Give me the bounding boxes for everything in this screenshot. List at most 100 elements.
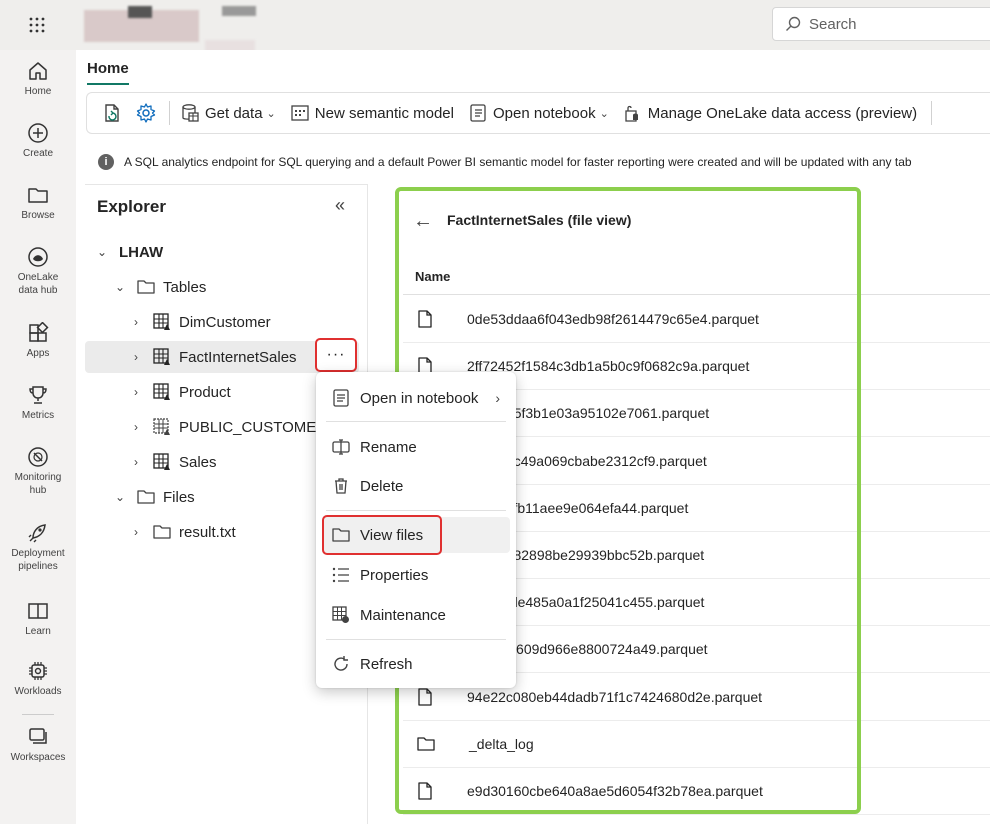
menu-item-maintenance[interactable]: Maintenance — [322, 597, 510, 633]
menu-separator — [326, 639, 506, 640]
file-icon — [417, 782, 450, 800]
rail-item-home[interactable]: Home — [0, 60, 76, 98]
file-row[interactable]: e9d30160cbe640a8ae5d6054f32b78ea.parquet — [403, 768, 990, 815]
new-semantic-model-button[interactable]: New semantic model — [290, 103, 454, 123]
tree-label: Sales — [179, 453, 217, 471]
apps-icon — [29, 322, 49, 342]
refresh-icon — [334, 656, 348, 671]
settings-gear-icon[interactable] — [135, 102, 157, 124]
info-banner-text: A SQL analytics endpoint for SQL queryin… — [124, 155, 912, 169]
chevron-right-icon[interactable]: › — [129, 350, 143, 364]
rail-item-monitoring[interactable]: Monitoring hub — [0, 446, 76, 497]
folder-icon — [137, 279, 155, 295]
file-icon — [417, 310, 450, 328]
tab-home-underline — [87, 83, 129, 85]
open-notebook-button[interactable]: Open notebook ⌄ — [468, 103, 609, 123]
chevron-right-icon[interactable]: › — [129, 315, 143, 329]
lakehouse-name: LHAW — [119, 243, 164, 261]
rail-divider — [22, 714, 54, 715]
rail-label: Deployment pipelines — [11, 548, 65, 572]
rail-item-create[interactable]: Create — [0, 122, 76, 160]
open-notebook-label: Open notebook — [492, 104, 596, 122]
chevron-right-icon[interactable]: › — [129, 420, 143, 434]
manage-onelake-label: Manage OneLake data access (preview) — [647, 104, 918, 122]
folder-icon — [28, 188, 48, 203]
rail-label: Metrics — [21, 410, 55, 421]
ribbon-separator — [931, 101, 933, 125]
file-name: 0de53ddaa6f043edb98f2614479c65e4.parquet — [467, 311, 759, 327]
menu-label: Delete — [360, 477, 404, 495]
file-row[interactable]: 0de53ddaa6f043edb98f2614479c65e4.parquet — [403, 296, 990, 343]
delta-table-icon — [153, 383, 171, 401]
rail-item-learn[interactable]: Learn — [0, 600, 76, 638]
folder-icon — [153, 524, 171, 540]
rail-item-onelake[interactable]: OneLake data hub — [0, 246, 76, 297]
left-rail: Home Create Browse OneLake data hub Apps… — [0, 50, 76, 824]
rail-item-browse[interactable]: Browse — [0, 184, 76, 222]
menu-label: Refresh — [360, 655, 413, 673]
new-semantic-model-label: New semantic model — [314, 104, 454, 122]
rail-item-apps[interactable]: Apps — [0, 322, 76, 360]
file-view-title: FactInternetSales (file view) — [447, 212, 632, 228]
monitor-icon — [28, 447, 48, 467]
rail-label: Home — [24, 86, 52, 97]
back-arrow-icon[interactable]: ← — [413, 210, 433, 233]
tree-label: Product — [179, 383, 231, 401]
menu-item-delete[interactable]: Delete — [322, 468, 510, 504]
delta-table-icon — [153, 453, 171, 471]
rail-item-metrics[interactable]: Metrics — [0, 384, 76, 422]
rail-item-deployment[interactable]: Deployment pipelines — [0, 522, 76, 573]
chevron-down-icon: ⌄ — [266, 107, 276, 120]
chevron-right-icon[interactable]: › — [129, 525, 143, 539]
file-name: _delta_log — [469, 735, 534, 752]
menu-item-rename[interactable]: Rename — [322, 429, 510, 465]
blurred-block — [128, 6, 152, 18]
delta-table-icon — [153, 313, 171, 331]
tree-label: Files — [163, 488, 195, 506]
tab-home[interactable]: Home — [87, 60, 129, 77]
rail-item-workloads[interactable]: Workloads — [0, 660, 76, 698]
tree-label: result.txt — [179, 523, 236, 541]
more-options-button[interactable]: ··· — [315, 338, 357, 372]
tree-item-lakehouse[interactable]: ⌄ LHAW — [95, 236, 373, 268]
collapse-pane-icon[interactable]: « — [335, 195, 345, 216]
get-data-button[interactable]: Get data ⌄ — [180, 103, 276, 123]
tree-label: PUBLIC_CUSTOMER — [179, 418, 328, 436]
notebook-icon — [333, 389, 349, 407]
workspaces-icon — [29, 728, 47, 744]
database-icon — [182, 104, 199, 122]
menu-item-view-files[interactable]: View files — [322, 517, 510, 553]
header-divider — [403, 294, 990, 295]
menu-item-open-in-notebook[interactable]: Open in notebook › — [322, 380, 510, 416]
menu-label: Properties — [360, 566, 429, 584]
tree-item-table[interactable]: › DimCustomer — [129, 306, 407, 338]
search-input[interactable]: Search — [772, 7, 990, 41]
chevron-right-icon[interactable]: › — [129, 385, 143, 399]
get-data-label: Get data — [205, 104, 263, 122]
manage-onelake-access-button[interactable]: Manage OneLake data access (preview) — [623, 103, 917, 123]
home-icon — [29, 62, 47, 80]
folder-icon — [137, 489, 155, 505]
chevron-down-icon[interactable]: ⌄ — [113, 490, 127, 504]
app-launcher-icon[interactable] — [22, 12, 52, 38]
trophy-icon — [29, 386, 47, 404]
plus-circle-icon — [28, 123, 48, 143]
rename-icon — [332, 439, 350, 455]
maintenance-table-icon — [332, 606, 349, 623]
folder-icon — [417, 736, 452, 752]
menu-item-properties[interactable]: Properties — [322, 557, 510, 593]
refresh-doc-icon[interactable] — [101, 102, 123, 124]
search-placeholder: Search — [809, 15, 857, 33]
file-icon — [417, 687, 450, 706]
rocket-icon — [28, 524, 46, 543]
tree-item-tables[interactable]: ⌄ Tables — [113, 271, 391, 303]
column-header-name[interactable]: Name — [415, 269, 450, 284]
folder-row[interactable]: _delta_log — [403, 721, 990, 768]
menu-label: Maintenance — [360, 606, 446, 624]
chevron-down-icon[interactable]: ⌄ — [95, 245, 109, 259]
rail-item-workspaces[interactable]: Workspaces — [0, 726, 76, 764]
chevron-down-icon[interactable]: ⌄ — [113, 280, 127, 294]
chevron-right-icon[interactable]: › — [129, 455, 143, 469]
rail-label: Workloads — [14, 686, 62, 697]
menu-item-refresh[interactable]: Refresh — [322, 646, 510, 682]
